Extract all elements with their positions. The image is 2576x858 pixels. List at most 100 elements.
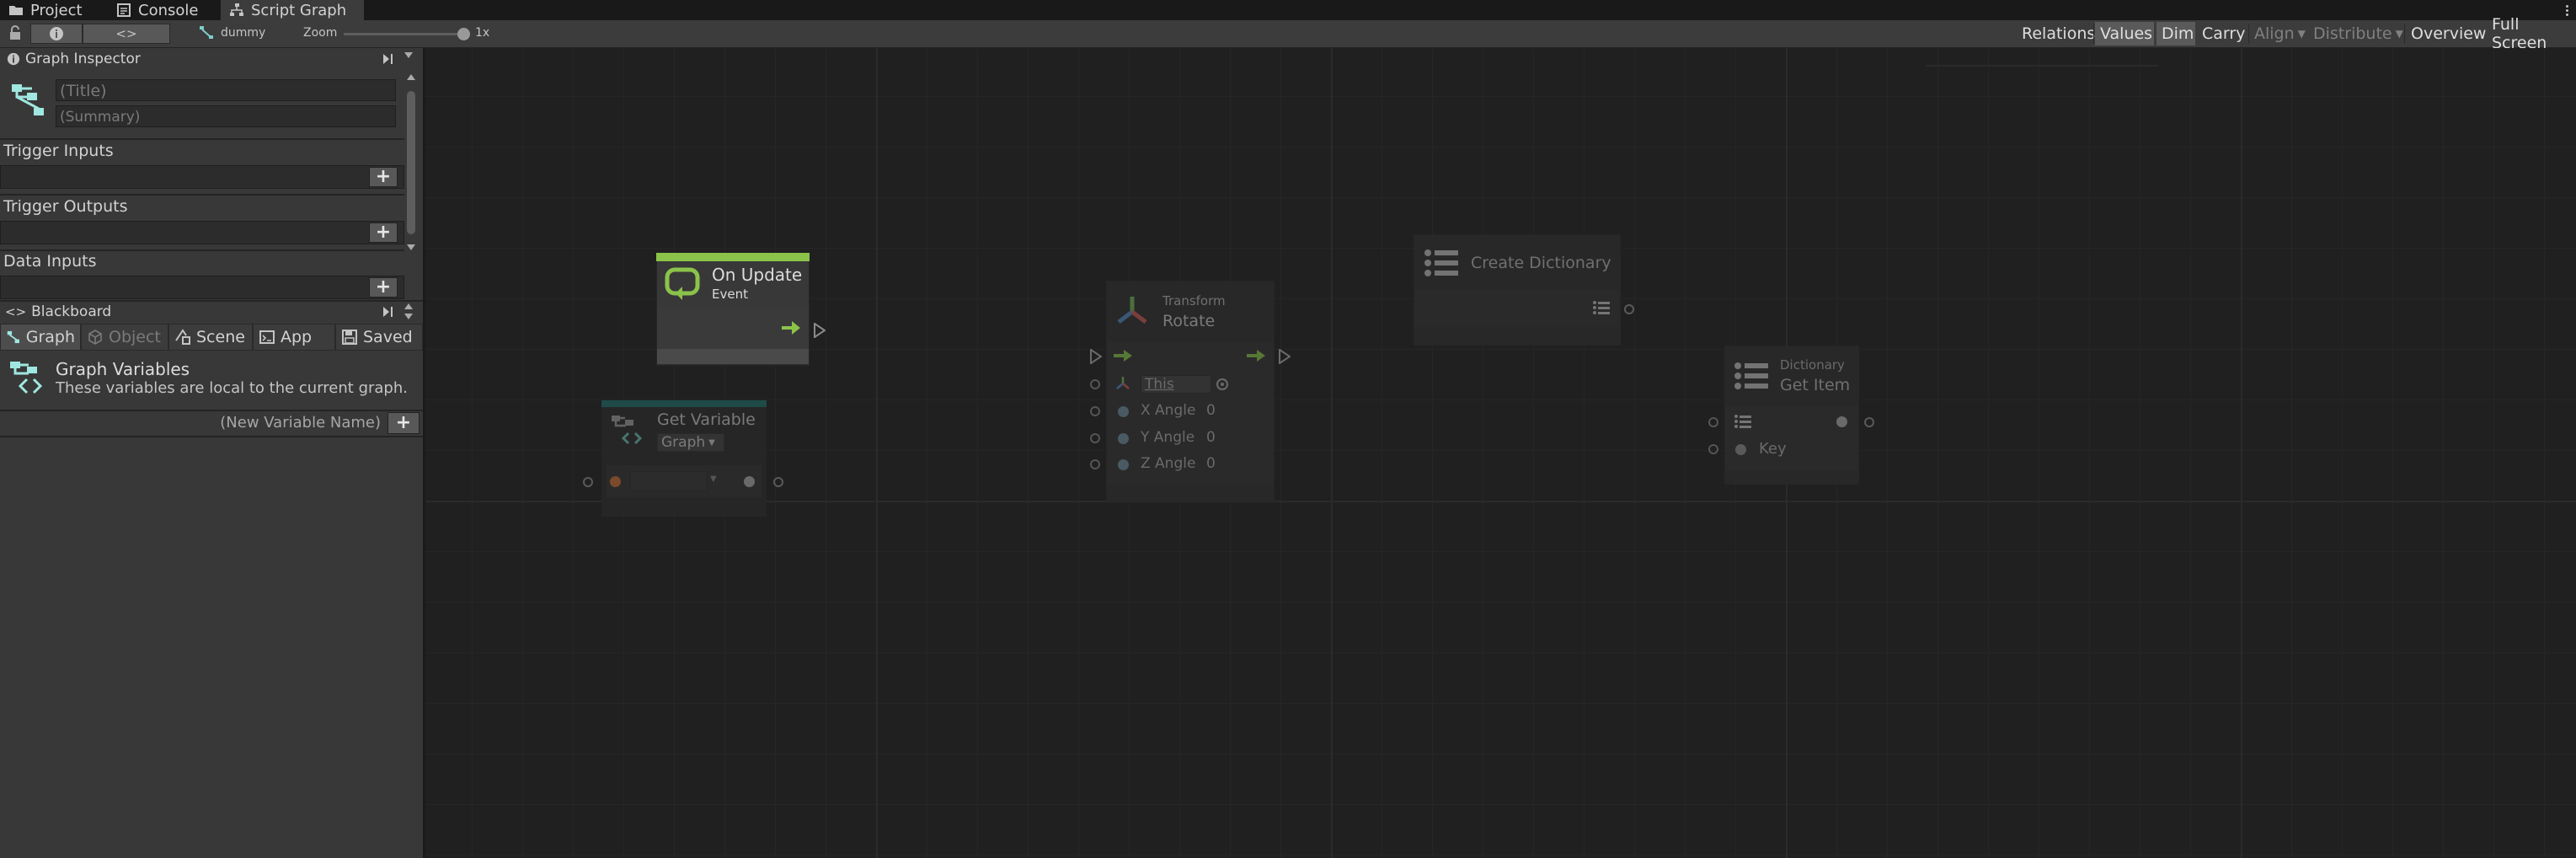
blackboard-tab-scene[interactable]: Scene	[168, 324, 253, 351]
new-variable-name-field[interactable]: (New Variable Name)	[0, 411, 387, 435]
tab-project-label: Project	[30, 1, 83, 19]
chevron-down-icon: ▼	[2297, 28, 2306, 40]
graph-breadcrumb-icon	[200, 26, 213, 39]
create-dictionary-title: Create Dictionary	[1471, 254, 1611, 272]
on-update-title: On Update	[712, 265, 803, 285]
scene-icon	[175, 329, 190, 345]
value-output-dot[interactable]	[744, 476, 755, 487]
transform-axes-icon	[1116, 377, 1130, 389]
chevron-down-icon: ▼	[710, 475, 717, 484]
target-field[interactable]: This	[1141, 375, 1211, 394]
item-output-dot[interactable]	[1836, 416, 1847, 427]
on-update-footer	[657, 349, 809, 364]
x-angle-label: X Angle	[1141, 402, 1196, 419]
blackboard-scroll-up-icon[interactable]	[404, 303, 413, 309]
section-divider	[0, 249, 404, 251]
title-field[interactable]: (Title)	[56, 79, 396, 101]
summary-field[interactable]: (Summary)	[56, 105, 396, 127]
blackboard-collapse-icon[interactable]	[379, 303, 398, 320]
section-divider	[0, 138, 404, 140]
control-output-arrow-icon[interactable]	[782, 321, 800, 335]
inspector-collapse-icon[interactable]	[379, 51, 398, 67]
variable-kind-dropdown[interactable]: Graph ▼	[657, 433, 724, 452]
variable-name-dropdown[interactable]	[630, 471, 708, 491]
flow-output-port-icon[interactable]	[1279, 349, 1291, 364]
overview-button[interactable]: Overview	[2406, 22, 2486, 46]
x-angle-input-port[interactable]	[1090, 406, 1100, 416]
inspector-scrollbar[interactable]	[404, 74, 418, 251]
blackboard-tab-app[interactable]: App	[253, 324, 335, 351]
z-angle-input-port[interactable]	[1090, 459, 1100, 469]
window-tab-strip	[0, 0, 2576, 20]
trigger-outputs-list	[0, 221, 404, 244]
blackboard-header: <> Blackboard	[0, 302, 404, 322]
y-angle-value[interactable]: 0	[1206, 429, 1216, 446]
get-variable-title: Get Variable	[657, 410, 756, 429]
inspector-scroll-down-icon[interactable]	[404, 52, 413, 58]
values-button[interactable]: Values	[2095, 22, 2154, 46]
tab-script-graph[interactable]: Script Graph	[221, 0, 364, 20]
object-input-port[interactable]	[583, 477, 593, 487]
key-input-port[interactable]	[1708, 444, 1718, 454]
toolbar-separator	[2404, 24, 2405, 44]
zoom-value: 1x	[475, 26, 490, 40]
z-angle-value[interactable]: 0	[1206, 455, 1216, 472]
x-angle-value[interactable]: 0	[1206, 402, 1216, 419]
tab-console[interactable]: Console	[108, 0, 217, 20]
item-output-port[interactable]	[1864, 417, 1874, 427]
lock-icon[interactable]	[8, 25, 22, 40]
blackboard-tab-saved[interactable]: Saved	[335, 324, 423, 351]
saved-icon	[342, 330, 357, 345]
add-trigger-output-button[interactable]: +	[369, 223, 398, 243]
zoom-slider-thumb[interactable]	[457, 28, 470, 40]
blackboard-tab-object[interactable]: Object	[81, 324, 168, 351]
tab-object-label: Object	[109, 328, 161, 346]
dictionary-input-port[interactable]	[1708, 417, 1718, 427]
relations-button[interactable]: Relations	[2017, 22, 2095, 46]
blackboard-tab-graph[interactable]: Graph	[0, 324, 81, 351]
variables-divider	[0, 436, 423, 437]
add-trigger-input-button[interactable]: +	[369, 167, 398, 187]
full-screen-button[interactable]: Full Screen	[2487, 15, 2576, 52]
dictionary-list-icon	[1734, 415, 1751, 428]
blackboard-toggle[interactable]: <>	[83, 24, 170, 44]
zoom-slider-track[interactable]	[344, 33, 466, 35]
align-dropdown[interactable]: Align ▼	[2249, 22, 2306, 46]
y-angle-input-port[interactable]	[1090, 433, 1100, 443]
flow-output-port-icon[interactable]	[814, 323, 826, 338]
graph-inspector-toggle[interactable]	[30, 24, 83, 44]
object-picker-icon[interactable]	[1216, 378, 1228, 390]
value-output-port[interactable]	[773, 477, 783, 487]
tab-script-graph-label: Script Graph	[251, 1, 347, 19]
object-input-dot[interactable]	[610, 476, 621, 487]
flow-input-port-icon[interactable]	[1090, 349, 1102, 364]
dictionary-output-port[interactable]	[1624, 304, 1634, 314]
carry-button[interactable]: Carry	[2197, 22, 2247, 46]
trigger-inputs-list	[0, 165, 404, 189]
graph-icon	[7, 330, 19, 344]
dim-button[interactable]: Dim	[2156, 22, 2195, 46]
add-variable-button[interactable]: +	[387, 412, 420, 434]
chevron-down-icon: ▼	[708, 437, 715, 448]
on-update-accent-bar	[656, 253, 810, 261]
control-output-arrow-icon[interactable]	[1247, 350, 1265, 362]
folder-icon	[9, 6, 23, 15]
overlay-edge	[1926, 48, 2158, 67]
blackboard-scroll-down-icon[interactable]	[404, 314, 413, 319]
distribute-dropdown[interactable]: Distribute ▼	[2308, 22, 2403, 46]
title-placeholder: (Title)	[60, 82, 107, 100]
add-data-input-button[interactable]: +	[369, 277, 398, 298]
trigger-inputs-title: Trigger Inputs	[3, 142, 114, 160]
graph-icon	[12, 84, 44, 115]
scrollbar-thumb[interactable]	[407, 91, 415, 234]
control-input-arrow-icon[interactable]	[1114, 350, 1132, 362]
tab-app-label: App	[281, 328, 313, 346]
tab-graph-label: Graph	[25, 328, 75, 346]
chevron-down-icon: ▼	[2395, 28, 2403, 40]
graph-breadcrumb[interactable]: dummy	[221, 26, 265, 40]
tab-project[interactable]: Project	[0, 0, 101, 20]
target-input-port[interactable]	[1090, 379, 1100, 389]
new-variable-placeholder: (New Variable Name)	[220, 414, 381, 432]
key-dot	[1735, 444, 1746, 455]
trigger-outputs-title: Trigger Outputs	[3, 197, 128, 216]
